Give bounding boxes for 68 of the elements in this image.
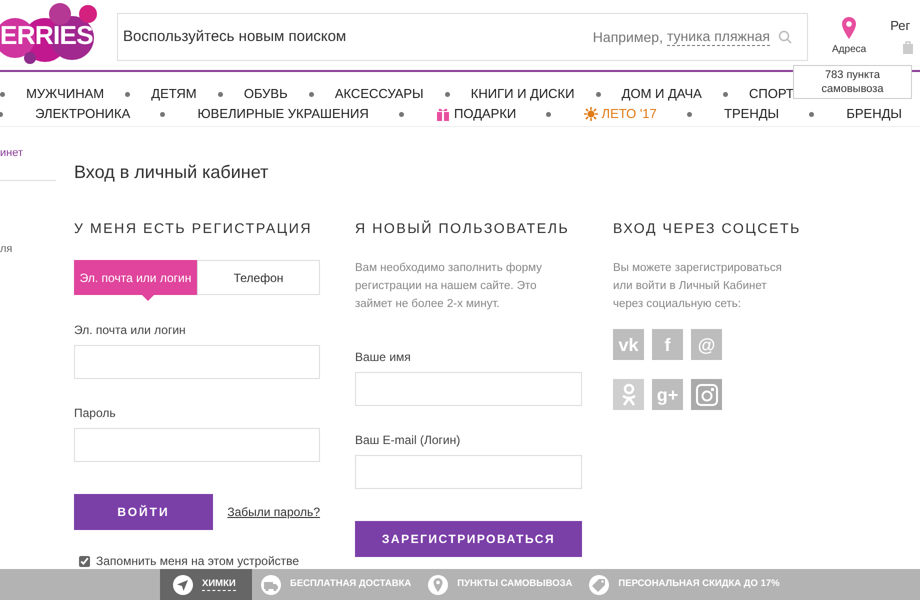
nav-link[interactable]: ТРЕНДЫ	[724, 104, 780, 124]
bullet-icon	[686, 112, 692, 116]
input-field[interactable]	[74, 428, 320, 462]
remember-label: Запомнить меня на этом устройстве	[96, 553, 300, 570]
camera-icon	[696, 384, 718, 406]
nav-link[interactable]: КНИГИ И ДИСКИ	[470, 84, 574, 104]
bullet-icon	[722, 92, 728, 96]
input-field[interactable]	[74, 345, 320, 379]
section-heading: ВХОД ЧЕРЕЗ СОЦСЕТЬ	[613, 219, 802, 237]
login-tab[interactable]: Телефон	[197, 260, 320, 295]
bullet-icon	[596, 92, 601, 96]
gift-icon	[436, 107, 450, 121]
page-title: Вход в личный кабинет	[74, 163, 270, 181]
nav-link[interactable]: СПОРТ	[748, 84, 794, 104]
login-button[interactable]: ВОЙТИ	[74, 494, 213, 530]
social-description: Вы можете зарегистрироваться или войти в Личный Кабинет через социальную сеть:	[613, 261, 783, 312]
nav-link[interactable]: БРЕНДЫ	[846, 104, 902, 124]
bullet-icon	[218, 92, 223, 96]
bullet-icon	[809, 112, 814, 116]
nav-link[interactable]: МУЖЧИНАМ	[26, 84, 104, 104]
nav-link[interactable]: ДЕТЯМ	[151, 84, 197, 104]
field-label: Эл. почта или логин	[74, 322, 187, 339]
search-example-label: Например,	[592, 28, 663, 47]
logo[interactable]: ERRIES	[0, 2, 100, 64]
nav-link[interactable]: ЭЛЕКТРОНИКА	[35, 104, 130, 124]
bag-icon	[902, 40, 914, 54]
nav-link[interactable]: АКСЕССУАРЫ	[334, 84, 424, 104]
social-login-button[interactable]	[613, 379, 644, 410]
social-login-button[interactable]	[691, 379, 722, 410]
bullet-icon	[546, 112, 552, 116]
logo-text: ERRIES	[0, 22, 93, 48]
nav-link[interactable]: ПОДАРКИ	[436, 104, 516, 124]
addresses-link[interactable]: Адреса	[832, 42, 866, 57]
person-figure-icon	[620, 382, 636, 406]
bullet-icon	[444, 92, 450, 96]
input-field[interactable]	[355, 372, 582, 406]
account-link[interactable]: Рег	[890, 16, 914, 36]
register-button[interactable]: ЗАРЕГИСТРИРОВАТЬСЯ	[355, 521, 582, 557]
nav-link[interactable]: ДОМ И ДАЧА	[622, 84, 702, 104]
search-example-link[interactable]: туника пляжная	[666, 28, 770, 46]
input-field[interactable]	[355, 455, 582, 489]
search-icon	[778, 30, 792, 44]
location-pin-icon	[840, 16, 858, 40]
bullet-icon	[308, 92, 314, 96]
section-heading: Я НОВЫЙ ПОЛЬЗОВАТЕЛЬ	[355, 219, 570, 237]
sun-icon	[584, 107, 598, 121]
price-tag-icon	[588, 574, 610, 596]
forgot-password-link[interactable]: Забыли пароль?	[227, 503, 320, 521]
tab-pointer-icon	[142, 295, 154, 301]
field-label: Ваш E-mail (Логин)	[355, 432, 462, 449]
nav-link[interactable]: ОБУВЬ	[244, 84, 288, 104]
register-description: Вам необходимо заполнить форму регистрации на нашем сайте. Это займет не более 2-х минут.	[355, 261, 543, 312]
field-label: Ваше имя	[355, 349, 412, 366]
location-pin-icon	[427, 574, 450, 596]
field-label: Пароль	[74, 405, 117, 422]
bullet-icon	[398, 112, 404, 116]
bullet-icon	[0, 92, 5, 96]
truck-icon	[260, 574, 282, 596]
sidebar-item[interactable]: ля	[0, 240, 56, 257]
section-heading: У МЕНЯ ЕСТЬ РЕГИСТРАЦИЯ	[74, 219, 314, 237]
sidebar-item[interactable]: инет	[0, 145, 56, 180]
remember-checkbox[interactable]	[79, 556, 90, 566]
search-field[interactable]: Воспользуйтесь новым поиском Например, туника пляжная	[117, 13, 808, 61]
bullet-icon	[125, 92, 130, 96]
pickup-tooltip: 783 пункта самовывоза	[793, 65, 912, 99]
bottom-bar-item[interactable]: ХИМКИ	[160, 569, 252, 600]
nav-link[interactable]: ЮВЕЛИРНЫЕ УКРАШЕНИЯ	[198, 104, 369, 124]
bullet-icon	[160, 112, 166, 116]
